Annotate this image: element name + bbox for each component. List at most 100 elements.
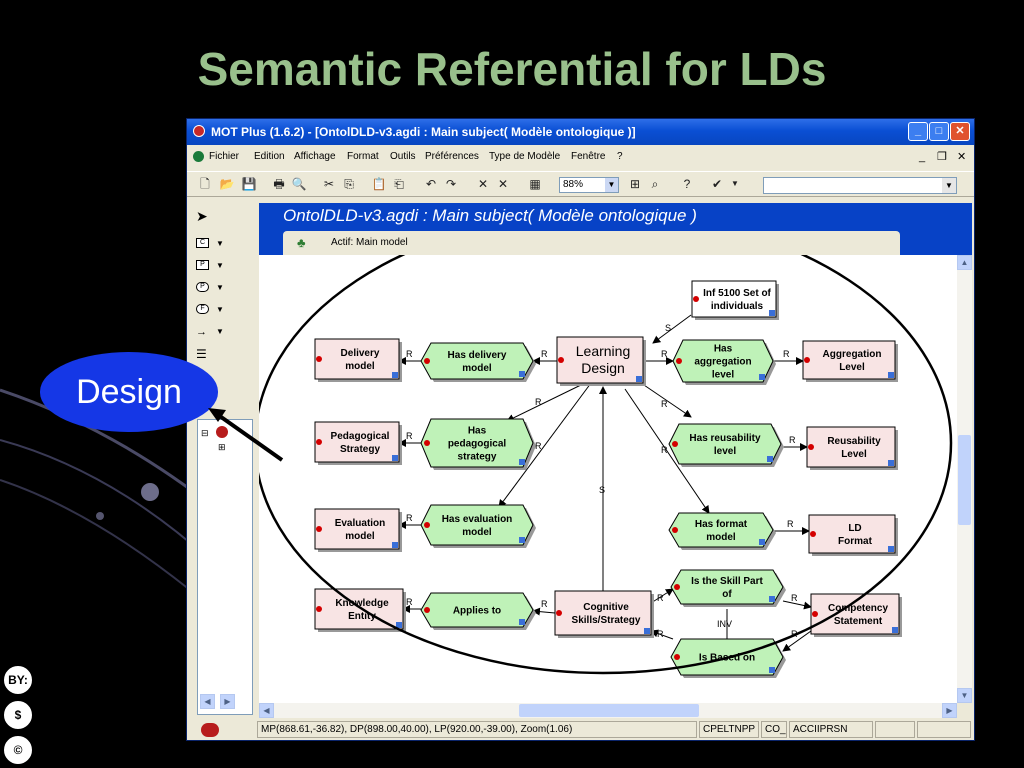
paste-icon[interactable]: 📋	[371, 176, 387, 192]
redo-icon[interactable]: ↷	[443, 176, 459, 192]
concept-corner-icon	[769, 310, 775, 316]
vertical-scroll-thumb[interactable]	[958, 435, 971, 525]
model-tree[interactable]: ⊟ ⊞ ◀ ▶	[197, 419, 253, 715]
zoom-select[interactable]: 88% ▼	[559, 177, 619, 193]
vertical-scrollbar[interactable]: ▲ ▼	[957, 255, 972, 703]
relation-corner-icon	[769, 596, 775, 602]
concept-reusability[interactable]: Reusability Level	[806, 426, 898, 470]
relation-has-evaluation[interactable]: Has evaluation model	[420, 504, 536, 548]
concept-evaluation[interactable]: Evaluation model	[314, 508, 402, 552]
tree-scroll-right-button[interactable]: ▶	[220, 694, 235, 709]
delete-link-icon[interactable]: ✕	[495, 176, 511, 192]
relation-has-format[interactable]: Has format model	[668, 512, 776, 550]
copy-icon[interactable]: ⎘	[341, 176, 357, 192]
horizontal-scrollbar[interactable]: ◀ ▶	[259, 703, 957, 718]
chevron-down-icon[interactable]: ▼	[216, 257, 224, 275]
principle-tool[interactable]: P ▼	[194, 279, 226, 297]
procedure-tool[interactable]: P ▼	[194, 257, 226, 275]
menu-edition[interactable]: Edition	[254, 147, 285, 167]
zoom-icon[interactable]: ⌕	[647, 176, 663, 192]
relation-has-reusability[interactable]: Has reusability level	[668, 423, 784, 467]
relation-marker-icon	[424, 607, 430, 613]
menu-affichage[interactable]: Affichage	[294, 147, 336, 167]
link-appliesto[interactable]	[532, 607, 556, 616]
relation-has-reusability-text: level	[714, 446, 736, 457]
chevron-down-icon[interactable]: ▼	[942, 178, 956, 193]
pointer-tool[interactable]: ➤	[194, 208, 226, 227]
link-pedagogical[interactable]	[506, 382, 586, 422]
chevron-down-icon[interactable]: ▼	[727, 176, 743, 192]
scroll-right-button[interactable]: ▶	[942, 703, 957, 718]
print-icon[interactable]: 🖶	[271, 176, 287, 192]
check-icon[interactable]: ✔	[709, 176, 725, 192]
relation-has-aggregation[interactable]: Has aggregation level	[672, 339, 776, 385]
maximize-button[interactable]: □	[929, 122, 949, 141]
fit-icon[interactable]: ⊞	[627, 176, 643, 192]
menu-fenetre[interactable]: Fenêtre	[571, 147, 605, 167]
horizontal-scroll-thumb[interactable]	[519, 704, 699, 717]
relation-skill-part[interactable]: Is the Skill Part of	[670, 569, 786, 607]
concept-inf[interactable]: Inf 5100 Set of individuals	[691, 280, 779, 320]
tree-scroll-left-button[interactable]: ◀	[200, 694, 215, 709]
menu-fichier[interactable]: Fichier	[209, 147, 239, 167]
relation-applies-to[interactable]: Applies to	[420, 592, 536, 630]
relation-has-delivery[interactable]: Has delivery model	[420, 342, 536, 382]
concept-pedagogical[interactable]: Pedagogical Strategy	[314, 421, 402, 465]
status-icon	[201, 723, 219, 737]
chevron-down-icon[interactable]: ▼	[216, 301, 224, 319]
mdi-close-icon[interactable]: ✕	[957, 147, 966, 167]
fact-tool[interactable]: F ▼	[194, 301, 226, 319]
link-tool[interactable]: → ▼	[194, 323, 226, 341]
relation-has-pedagogical-text: Has	[468, 425, 487, 436]
delete-icon[interactable]: ✕	[475, 176, 491, 192]
chevron-down-icon[interactable]: ▼	[216, 279, 224, 297]
status-coordinates: MP(868.61,-36.82), DP(898.00,40.00), LP(…	[257, 721, 697, 738]
concept-tool[interactable]: C ▼	[194, 235, 226, 253]
active-model-label: Actif: Main model	[331, 237, 408, 248]
menu-preferences[interactable]: Préférences	[425, 147, 479, 167]
concept-ldformat[interactable]: LD Format	[808, 514, 898, 556]
menu-help[interactable]: ?	[617, 147, 623, 167]
model-icon	[216, 426, 228, 438]
concept-reusability-text: Reusability	[827, 436, 881, 447]
model-tree-icon[interactable]: ♣	[297, 235, 306, 250]
relation-corner-icon	[519, 619, 525, 625]
chevron-down-icon[interactable]: ▼	[605, 178, 618, 192]
new-file-icon[interactable]: 🗋	[197, 176, 213, 192]
open-folder-icon[interactable]: 📂	[219, 176, 235, 192]
search-combo[interactable]: ▼	[763, 177, 957, 194]
close-button[interactable]: ✕	[950, 122, 970, 141]
scroll-down-button[interactable]: ▼	[957, 688, 972, 703]
link-label-r: R	[789, 435, 796, 445]
concept-learning[interactable]: LearningDesign	[556, 336, 646, 386]
concept-cognitive[interactable]: Cognitive Skills/Strategy	[554, 590, 654, 638]
expand-icon[interactable]: ⊞	[218, 442, 226, 453]
scroll-up-button[interactable]: ▲	[957, 255, 972, 270]
paste-special-icon[interactable]: ⎗	[391, 176, 407, 192]
concept-delivery[interactable]: Delivery model	[314, 338, 402, 382]
chevron-down-icon[interactable]: ▼	[216, 323, 224, 341]
properties-icon[interactable]: ▦	[527, 176, 543, 192]
expand-icon[interactable]: ⊟	[201, 428, 209, 439]
chevron-down-icon[interactable]: ▼	[216, 235, 224, 253]
print-preview-icon[interactable]: 🔍	[291, 176, 307, 192]
menu-type-de-modele[interactable]: Type de Modèle	[489, 147, 560, 167]
save-icon[interactable]: 💾	[241, 176, 257, 192]
link-inf[interactable]	[652, 314, 692, 344]
relation-has-pedagogical[interactable]: Has pedagogical strategy	[420, 418, 536, 470]
help-icon[interactable]: ?	[679, 176, 695, 192]
concept-aggregation[interactable]: Aggregation Level	[802, 340, 898, 382]
window-titlebar[interactable]: MOT Plus (1.6.2) - [OntolDLD-v3.agdi : M…	[187, 119, 974, 145]
menu-outils[interactable]: Outils	[390, 147, 416, 167]
cut-icon[interactable]: ✂	[321, 176, 337, 192]
mdi-restore-icon[interactable]: ❐	[937, 147, 947, 167]
minimize-button[interactable]: _	[908, 122, 928, 141]
undo-icon[interactable]: ↶	[423, 176, 439, 192]
scroll-left-button[interactable]: ◀	[259, 703, 274, 718]
mdi-minimize-icon[interactable]: _	[919, 147, 925, 167]
relation-marker-icon	[424, 522, 430, 528]
menu-format[interactable]: Format	[347, 147, 379, 167]
comment-tool[interactable]: ☰	[194, 345, 226, 363]
diagram-canvas[interactable]: Inf 5100 Set of individuals Delivery model L…	[259, 255, 957, 703]
link-label-r: R	[661, 349, 668, 359]
